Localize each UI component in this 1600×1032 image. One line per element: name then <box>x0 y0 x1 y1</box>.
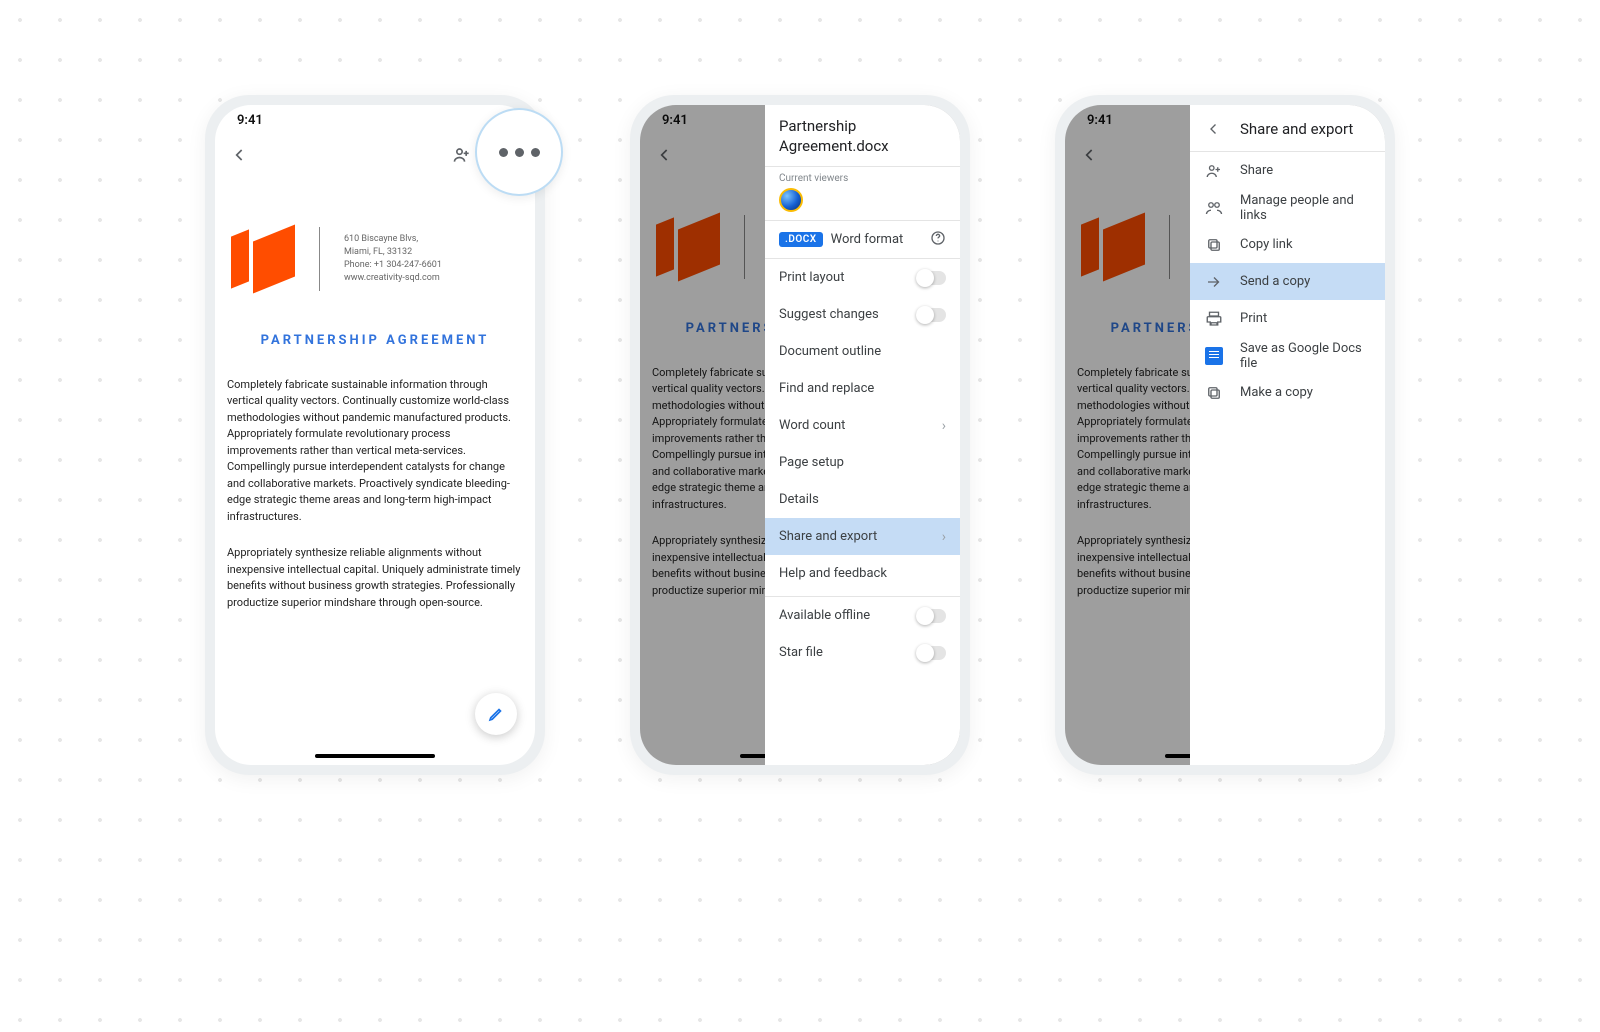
star-toggle[interactable] <box>916 646 946 660</box>
status-time: 9:41 <box>237 113 263 128</box>
page-setup-row[interactable]: Page setup <box>765 444 960 481</box>
offline-toggle[interactable] <box>916 609 946 623</box>
phone-step-1: 9:41 <box>205 95 545 775</box>
share-export-panel: Share and export Share Manage people and… <box>1190 105 1385 765</box>
suggest-changes-row[interactable]: Suggest changes <box>765 296 960 333</box>
copy-icon <box>1204 235 1224 255</box>
panel-back-button[interactable] <box>1204 119 1224 139</box>
company-logo <box>227 233 295 285</box>
save-gdocs-row[interactable]: Save as Google Docs file <box>1190 337 1385 374</box>
phone-step-2: 9:41 610 Biscayne Blvs,Miami, FL, 33132 … <box>630 95 970 775</box>
star-file-row[interactable]: Star file <box>765 634 960 671</box>
manage-people-row[interactable]: Manage people and links <box>1190 189 1385 226</box>
phone-step-3: 9:41 610 Biscayne Blvs,Miami, FL, 33132 … <box>1055 95 1395 775</box>
add-person-icon <box>1204 161 1224 181</box>
share-export-row[interactable]: Share and export› <box>765 518 960 555</box>
help-feedback-row[interactable]: Help and feedback <box>765 555 960 592</box>
current-viewers-label: Current viewers <box>765 167 960 188</box>
people-icon <box>1204 198 1224 218</box>
copy-link-row[interactable]: Copy link <box>1190 226 1385 263</box>
copy-icon <box>1204 383 1224 403</box>
chevron-right-icon: › <box>942 529 946 545</box>
word-format-label: Word format <box>831 232 904 247</box>
viewer-avatar[interactable] <box>779 188 803 212</box>
home-indicator <box>315 754 435 758</box>
word-count-row[interactable]: Word count› <box>765 407 960 444</box>
document-paragraph: Appropriately synthesize reliable alignm… <box>227 545 523 611</box>
document-title: PARTNERSHIP AGREEMENT <box>223 331 527 351</box>
google-docs-icon <box>1204 346 1224 366</box>
panel-header: Share and export <box>1190 105 1385 151</box>
details-row[interactable]: Details <box>765 481 960 518</box>
make-copy-row[interactable]: Make a copy <box>1190 374 1385 411</box>
kebab-menu-highlight[interactable] <box>475 108 563 196</box>
docx-badge: .DOCX <box>779 232 823 247</box>
more-icon <box>499 148 540 157</box>
print-layout-toggle[interactable] <box>916 271 946 285</box>
document-letterhead: 610 Biscayne Blvs, Miami, FL, 33132 Phon… <box>223 193 527 291</box>
send-icon <box>1204 272 1224 292</box>
company-address: 610 Biscayne Blvs, Miami, FL, 33132 Phon… <box>344 233 442 285</box>
available-offline-row[interactable]: Available offline <box>765 597 960 634</box>
send-copy-row[interactable]: Send a copy <box>1190 263 1385 300</box>
options-panel: Partnership Agreement.docx Current viewe… <box>765 105 960 765</box>
add-person-button[interactable] <box>451 144 473 166</box>
document-paragraph: Completely fabricate sustainable informa… <box>227 377 523 526</box>
panel-title: Partnership Agreement.docx <box>765 105 960 166</box>
print-row[interactable]: Print <box>1190 300 1385 337</box>
edit-fab[interactable] <box>475 693 517 735</box>
chevron-right-icon: › <box>942 418 946 434</box>
share-row[interactable]: Share <box>1190 152 1385 189</box>
suggest-toggle[interactable] <box>916 308 946 322</box>
panel-title: Share and export <box>1240 120 1353 138</box>
help-icon[interactable] <box>930 230 946 250</box>
document-outline-row[interactable]: Document outline <box>765 333 960 370</box>
document-viewport[interactable]: 610 Biscayne Blvs, Miami, FL, 33132 Phon… <box>215 175 535 611</box>
back-button[interactable] <box>229 144 251 166</box>
print-layout-row[interactable]: Print layout <box>765 259 960 296</box>
find-replace-row[interactable]: Find and replace <box>765 370 960 407</box>
word-format-row[interactable]: .DOCX Word format <box>765 221 960 258</box>
print-icon <box>1204 309 1224 329</box>
